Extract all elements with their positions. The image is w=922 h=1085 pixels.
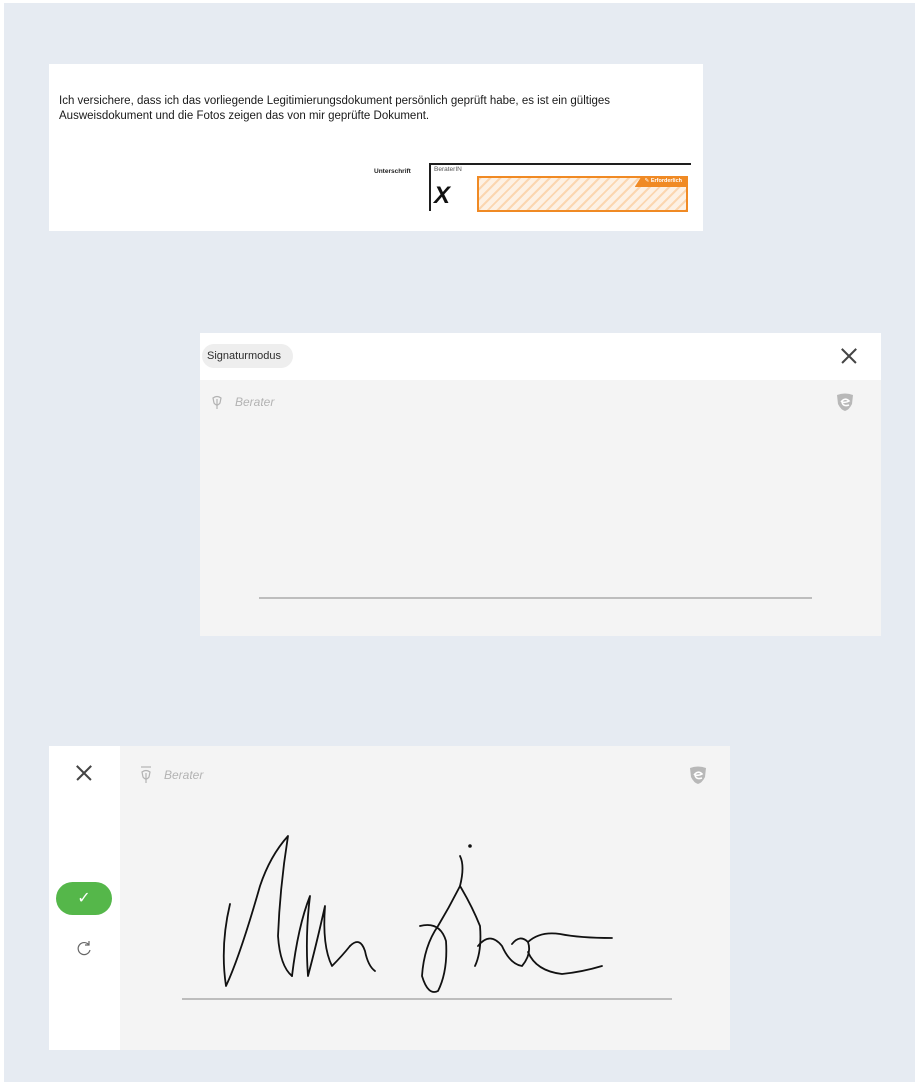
shield-logo-icon bbox=[690, 766, 706, 784]
signer-label: Berater bbox=[235, 395, 275, 409]
fountain-pen-icon bbox=[212, 395, 222, 409]
signer-label: Berater bbox=[164, 768, 204, 782]
signature-field[interactable]: BeraterIN X ✎ Erforderlich bbox=[429, 163, 691, 212]
declaration-text: Ich versichere, dass ich das vorliegende… bbox=[59, 94, 699, 124]
dialog-header: Signaturmodus bbox=[200, 333, 881, 380]
confirm-button[interactable]: ✓ bbox=[56, 882, 112, 915]
signature-mode-pill: Signaturmodus bbox=[202, 344, 293, 368]
shield-logo-icon bbox=[837, 393, 853, 411]
close-icon[interactable] bbox=[838, 345, 860, 367]
signer-label-row: Berater bbox=[210, 393, 274, 411]
handwritten-signature bbox=[222, 835, 613, 993]
declaration-line-2: Ausweisdokument und die Fotos zeigen das… bbox=[59, 110, 430, 122]
required-badge-text: Erforderlich bbox=[650, 178, 682, 184]
signature-baseline bbox=[259, 597, 812, 599]
signature-mode-dialog: Signaturmodus Berater bbox=[200, 333, 881, 636]
signer-label-row: Berater bbox=[139, 766, 203, 784]
signed-signature-dialog: ✓ Berater bbox=[49, 746, 730, 1050]
signature-field-label: BeraterIN bbox=[434, 166, 462, 173]
signature-target-area[interactable]: ✎ Erforderlich bbox=[477, 176, 688, 212]
signature-canvas[interactable]: Berater bbox=[120, 746, 730, 1050]
declaration-line-1: Ich versichere, dass ich das vorliegende… bbox=[59, 95, 611, 107]
document-excerpt: Ich versichere, dass ich das vorliegende… bbox=[49, 64, 703, 231]
signature-x-mark: X bbox=[434, 182, 451, 209]
required-badge: ✎ Erforderlich bbox=[634, 176, 688, 187]
close-icon[interactable] bbox=[73, 762, 95, 784]
refresh-icon[interactable] bbox=[75, 939, 93, 957]
signature-label: Unterschrift bbox=[374, 168, 411, 175]
fountain-pen-icon bbox=[141, 766, 151, 783]
signature-baseline bbox=[182, 998, 672, 1000]
